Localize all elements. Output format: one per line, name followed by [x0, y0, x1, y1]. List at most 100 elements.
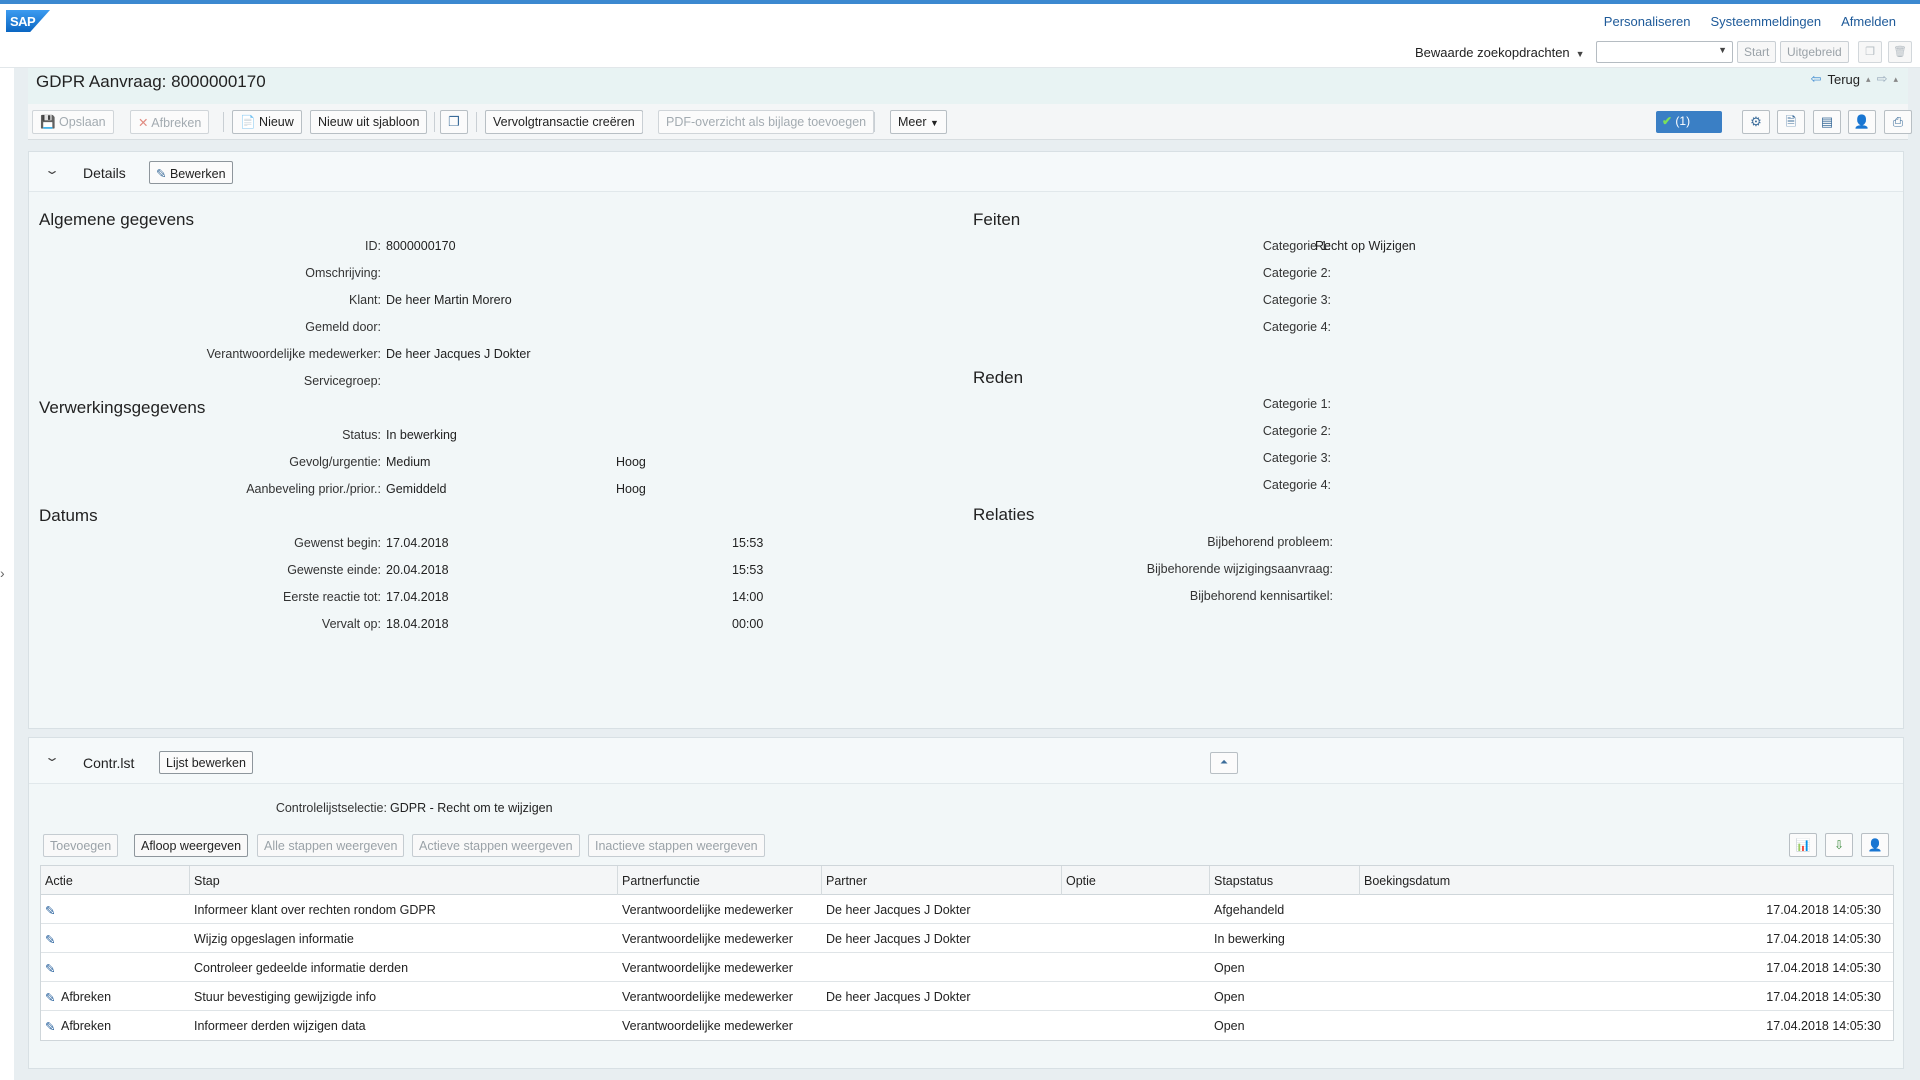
- details-title: Details: [83, 165, 126, 181]
- field-label: Vervalt op:: [321, 617, 381, 631]
- personalize-link[interactable]: Personaliseren: [1604, 14, 1691, 29]
- delete-icon[interactable]: 🗑: [1888, 41, 1912, 63]
- save-button[interactable]: 💾 Opslaan: [32, 110, 114, 134]
- copy-icon[interactable]: ❐: [1858, 41, 1882, 63]
- search-bar: Bewaarde zoekopdrachten ▼ ▼ Start Uitgebr…: [0, 36, 1920, 68]
- check-count: (1): [1675, 114, 1691, 128]
- save-button-label: Opslaan: [59, 115, 106, 129]
- urgency-extra-value: Hoog: [616, 455, 646, 469]
- partner-function: Verantwoordelijke medewerker: [622, 990, 793, 1004]
- field-label: Servicegroep:: [303, 374, 381, 388]
- step-link[interactable]: Wijzig opgeslagen informatie: [194, 932, 354, 946]
- system-messages-link[interactable]: Systeemmeldingen: [1711, 14, 1822, 29]
- new-from-template-button[interactable]: Nieuw uit sjabloon: [310, 110, 428, 134]
- status-value: In bewerking: [386, 428, 457, 442]
- edit-row-icon[interactable]: ✎: [45, 990, 55, 1005]
- edit-button[interactable]: ✎ Bewerken: [149, 161, 233, 184]
- pdf-attachment-button[interactable]: PDF-overzicht als bijlage toevoegen: [658, 110, 875, 134]
- booking-date: 17.04.2018 14:05:30: [1766, 932, 1881, 946]
- back-link[interactable]: Terug: [1828, 72, 1861, 87]
- active-steps-button[interactable]: Actieve stappen weergeven: [412, 834, 580, 857]
- save-icon: 💾: [40, 115, 60, 129]
- more-button[interactable]: Meer ▼: [890, 110, 947, 134]
- add-button[interactable]: Toevoegen: [43, 834, 119, 857]
- logoff-link[interactable]: Afmelden: [1841, 14, 1896, 29]
- copy-icon[interactable]: ❐: [440, 110, 468, 134]
- partner-link[interactable]: De heer Jacques J Dokter: [826, 990, 971, 1004]
- inactive-steps-button[interactable]: Inactieve stappen weergeven: [588, 834, 765, 857]
- field-label: Categorie 3:: [1262, 451, 1331, 465]
- column-header[interactable]: Stap: [194, 874, 220, 888]
- user-assign-icon[interactable]: 👤: [1848, 110, 1876, 134]
- edit-row-icon[interactable]: ✎: [45, 1019, 55, 1034]
- field-label: Klant:: [349, 293, 381, 307]
- column-header[interactable]: Optie: [1066, 874, 1096, 888]
- field-label: Categorie 3:: [1262, 293, 1331, 307]
- edit-row-icon[interactable]: ✎: [45, 903, 55, 918]
- check-status-button[interactable]: ✔ (1): [1656, 111, 1722, 133]
- field-label: Omschrijving:: [305, 266, 381, 280]
- field-label: Categorie 2:: [1262, 424, 1331, 438]
- cancel-step-link[interactable]: Afbreken: [61, 990, 111, 1004]
- collapse-chevron-icon[interactable]: ⌄: [44, 750, 60, 764]
- edit-icon: ✎: [156, 167, 170, 181]
- step-link[interactable]: Stuur bevestiging gewijzigde info: [194, 990, 376, 1004]
- collapse-chevron-icon[interactable]: ⌄: [44, 163, 60, 177]
- document-settings-icon[interactable]: 🗎: [1777, 110, 1805, 134]
- new-button[interactable]: 📄 Nieuw: [232, 110, 302, 134]
- forward-arrow-icon[interactable]: ⇨: [1877, 71, 1888, 87]
- customer-link[interactable]: De heer Martin Morero: [386, 293, 512, 307]
- field-label: Gemeld door:: [305, 320, 381, 334]
- column-header[interactable]: Partner: [826, 874, 867, 888]
- check-icon: ✔: [1662, 114, 1673, 128]
- field-label: Gewenste einde:: [287, 563, 381, 577]
- column-header[interactable]: Actie: [45, 874, 73, 888]
- saved-searches-label: Bewaarde zoekopdrachten: [1415, 45, 1570, 60]
- step-link[interactable]: Controleer gedeelde informatie derden: [194, 961, 408, 975]
- print-icon[interactable]: ⎙: [1884, 110, 1912, 134]
- cancel-button[interactable]: ✕ Afbreken: [130, 110, 210, 134]
- field-label: Status:: [342, 428, 381, 442]
- field-label: Bijbehorend kennisartikel:: [1189, 589, 1333, 603]
- cancel-step-link[interactable]: Afbreken: [61, 1019, 111, 1033]
- column-header[interactable]: Boekingsdatum: [1364, 874, 1450, 888]
- create-followup-button[interactable]: Vervolgtransactie creëren: [485, 110, 643, 134]
- table-row: ✎ Informeer klant over rechten rondom GD…: [41, 895, 1893, 924]
- partner-link[interactable]: De heer Jacques J Dokter: [826, 903, 971, 917]
- checklist-panel-header: ⌄ Contr.lst Lijst bewerken ⏶: [29, 738, 1903, 784]
- partner-link[interactable]: De heer Jacques J Dokter: [826, 932, 971, 946]
- expand-left-icon[interactable]: ›: [0, 565, 5, 581]
- table-row: ✎ Controleer gedeelde informatie derden …: [41, 953, 1893, 982]
- edit-row-icon[interactable]: ✎: [45, 932, 55, 947]
- column-header[interactable]: Stapstatus: [1214, 874, 1273, 888]
- column-divider: [1359, 866, 1360, 895]
- checklist-selection-value: GDPR - Recht om te wijzigen: [390, 801, 553, 815]
- processing-data-heading: Verwerkingsgegevens: [39, 398, 206, 417]
- edit-list-button[interactable]: Lijst bewerken: [159, 751, 253, 774]
- column-header[interactable]: Partnerfunctie: [622, 874, 700, 888]
- chart-icon[interactable]: 📊: [1789, 833, 1817, 857]
- step-link[interactable]: Informeer derden wijzigen data: [194, 1019, 366, 1033]
- step-link[interactable]: Informeer klant over rechten rondom GDPR: [194, 903, 436, 917]
- collapse-up-icon[interactable]: ⏶: [1210, 752, 1238, 774]
- extended-button[interactable]: Uitgebreid: [1780, 41, 1849, 63]
- user-settings-icon[interactable]: 👤: [1861, 833, 1889, 857]
- forward-dropdown-icon[interactable]: ▴: [1893, 74, 1898, 85]
- notes-icon[interactable]: ▤: [1813, 110, 1841, 134]
- column-divider: [1061, 866, 1062, 895]
- history-dropdown-icon[interactable]: ▴: [1866, 74, 1871, 85]
- show-flow-button[interactable]: Afloop weergeven: [134, 834, 249, 857]
- saved-searches-dropdown[interactable]: Bewaarde zoekopdrachten ▼: [1415, 45, 1585, 60]
- table-row: ✎ Wijzig opgeslagen informatie Verantwoo…: [41, 924, 1893, 953]
- responsible-employee-link[interactable]: De heer Jacques J Dokter: [386, 347, 531, 361]
- back-arrow-icon[interactable]: ⇦: [1811, 71, 1822, 87]
- time-value: 00:00: [732, 617, 764, 631]
- saved-search-select[interactable]: ▼: [1596, 41, 1733, 63]
- edit-row-icon[interactable]: ✎: [45, 961, 55, 976]
- export-icon[interactable]: ⇩: [1825, 833, 1853, 857]
- settings-icon[interactable]: ⚙: [1742, 110, 1770, 134]
- partner-function: Verantwoordelijke medewerker: [622, 903, 793, 917]
- new-button-label: Nieuw: [259, 115, 294, 129]
- start-button[interactable]: Start: [1737, 41, 1777, 63]
- all-steps-button[interactable]: Alle stappen weergeven: [257, 834, 405, 857]
